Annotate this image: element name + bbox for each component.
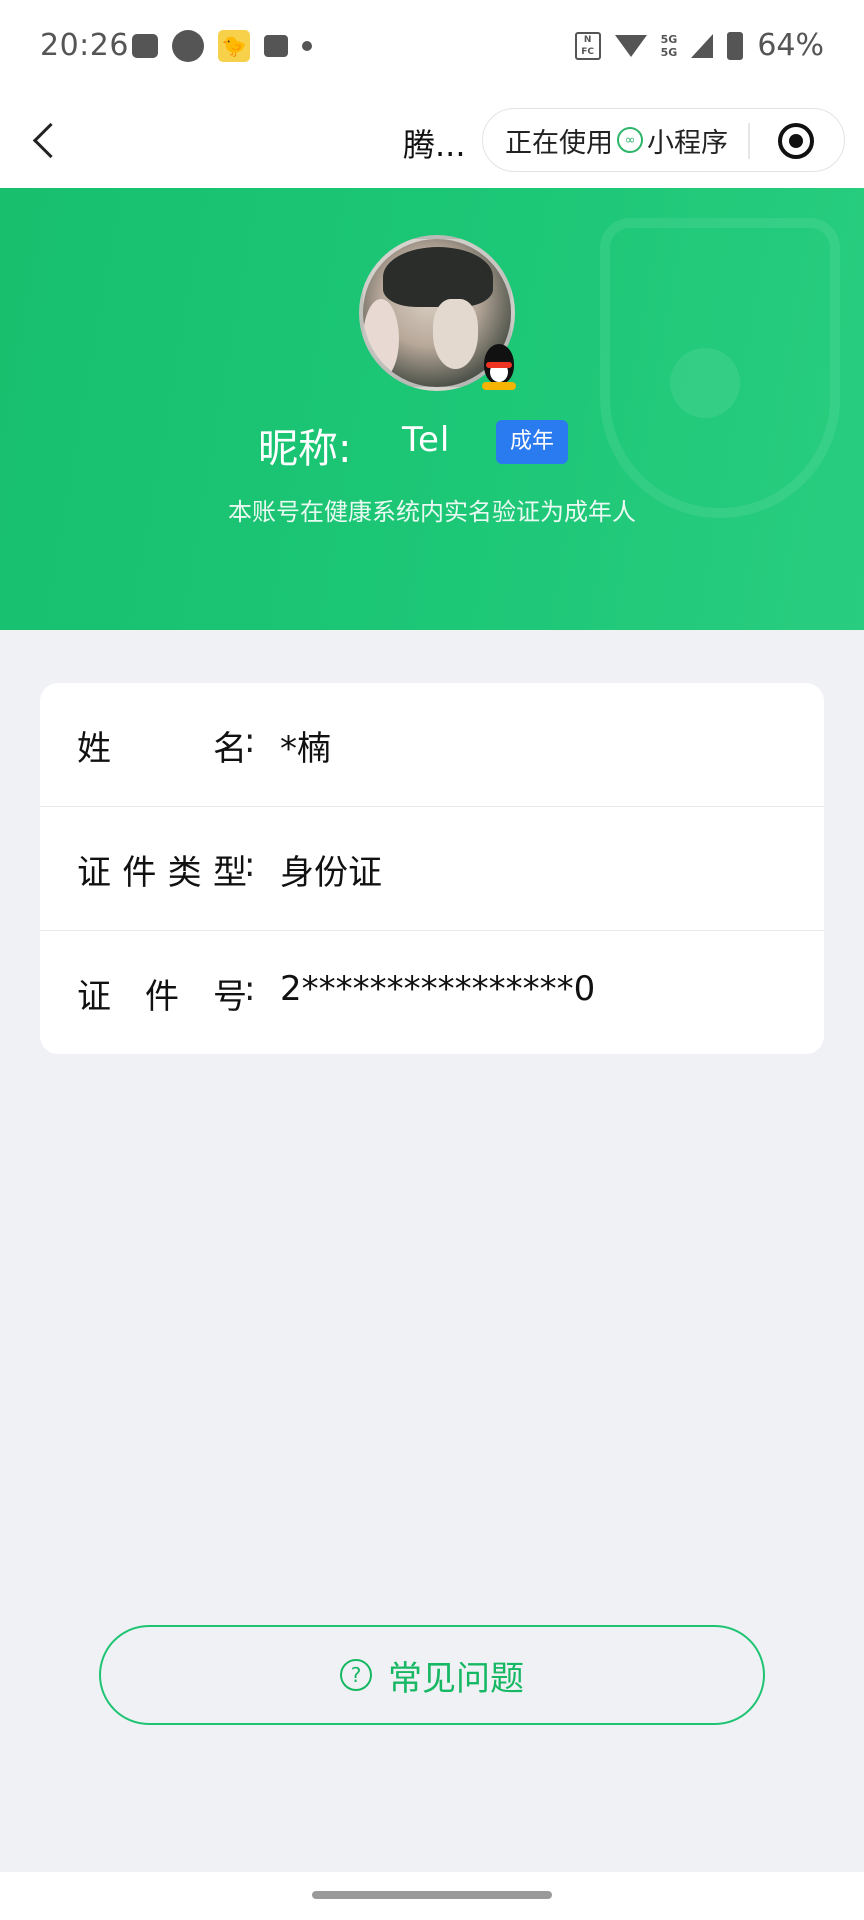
message-icon	[132, 34, 158, 58]
info-row-id-type: 证 件 类 型 : 身份证	[40, 807, 824, 931]
dot-icon	[302, 41, 312, 51]
network-5g-label: 5G 5G	[660, 32, 678, 59]
status-bar: 20:26 🐤 N FC 5G 5G 64%	[0, 0, 864, 92]
person-watermark-icon	[670, 348, 740, 418]
info-row-id-number: 证 件 号 : 2****************0	[40, 931, 824, 1054]
page-title: 腾...	[403, 126, 466, 164]
info-row-name: 姓 名 : *楠	[40, 683, 824, 807]
info-label: 证 件 类 型	[77, 853, 247, 893]
miniprogram-icon: ∞	[617, 127, 643, 153]
faq-label: 常见问题	[388, 1658, 524, 1699]
nickname-value: Tel	[402, 420, 451, 460]
identity-info-card: 姓 名 : *楠 证 件 类 型 : 身份证 证 件 号 : 2********…	[40, 683, 824, 1054]
notification-icons: 🐤	[132, 30, 312, 62]
battery-icon	[727, 31, 744, 60]
info-colon: :	[244, 969, 256, 1009]
capsule-text-using: 正在使用	[505, 127, 613, 159]
nickname-row: 昵称: Tel 成年	[0, 416, 864, 472]
verification-notice: 本账号在健康系统内实名验证为成年人	[228, 498, 636, 526]
status-time: 20:26	[40, 28, 129, 63]
profile-header: 昵称: Tel 成年 本账号在健康系统内实名验证为成年人	[0, 188, 864, 630]
home-indicator[interactable]	[312, 1891, 552, 1899]
circle-icon	[172, 30, 204, 62]
battery-percent: 64%	[757, 28, 824, 63]
duck-app-icon: 🐤	[218, 30, 250, 62]
info-colon: :	[244, 845, 256, 885]
nickname-label: 昵称:	[258, 426, 352, 472]
question-icon: ?	[340, 1659, 372, 1691]
nav-bar: 腾... 正在使用 ∞ 小程序	[0, 92, 864, 188]
info-label: 姓 名	[77, 729, 247, 769]
system-icons: N FC 5G 5G 64%	[574, 28, 824, 63]
info-value-name: *楠	[280, 729, 331, 769]
info-colon: :	[244, 721, 256, 761]
capsule-text-miniprogram: 小程序	[647, 127, 728, 159]
info-label: 证 件 号	[77, 977, 247, 1017]
wifi-icon	[614, 34, 647, 57]
close-miniprogram-icon[interactable]	[778, 123, 814, 159]
miniprogram-capsule[interactable]: 正在使用 ∞ 小程序	[482, 108, 845, 172]
faq-button[interactable]: ? 常见问题	[99, 1625, 765, 1725]
capsule-divider	[748, 123, 750, 159]
info-value-id-type: 身份证	[280, 853, 382, 893]
back-icon[interactable]	[28, 118, 68, 162]
adult-badge: 成年	[496, 420, 568, 464]
capsule-label[interactable]: 正在使用 ∞ 小程序	[505, 121, 728, 160]
info-value-id-number: 2****************0	[280, 969, 596, 1009]
nfc-icon: N FC	[574, 31, 601, 60]
signal-icon	[691, 33, 714, 58]
qq-penguin-icon	[478, 340, 520, 392]
mail-icon	[264, 35, 288, 57]
